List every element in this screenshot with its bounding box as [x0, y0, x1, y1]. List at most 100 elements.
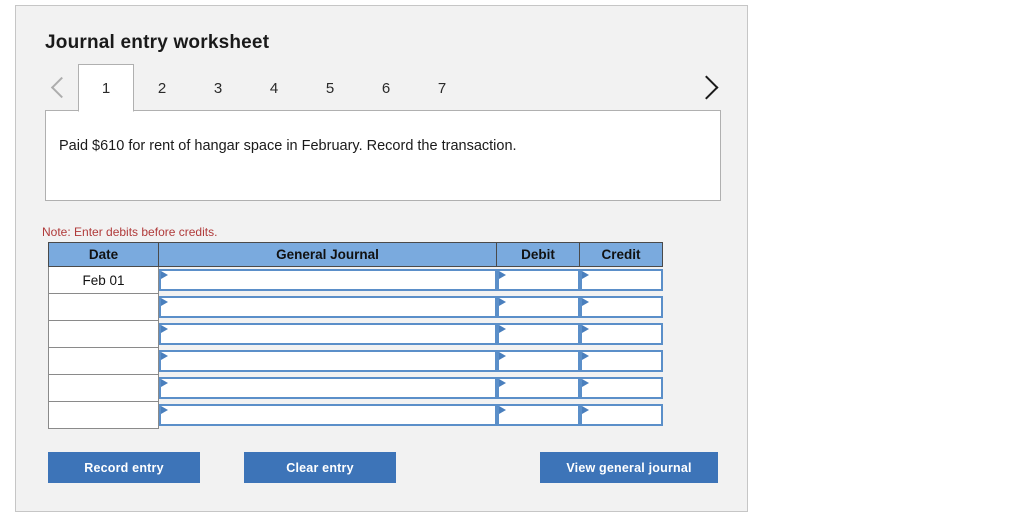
- tab-label: 4: [269, 79, 279, 97]
- dropdown-marker-icon: [498, 297, 506, 306]
- column-header-date: Date: [48, 242, 159, 267]
- credit-cell[interactable]: [579, 374, 663, 402]
- dropdown-marker-icon: [498, 405, 506, 414]
- credit-cell[interactable]: [579, 401, 663, 429]
- tab-label: 7: [437, 79, 447, 97]
- table-row: [48, 347, 663, 375]
- debit-cell[interactable]: [496, 347, 580, 375]
- dropdown-marker-icon: [498, 270, 506, 279]
- date-cell[interactable]: Feb 01: [48, 266, 159, 294]
- debit-cell[interactable]: [496, 266, 580, 294]
- journal-entry-panel: Journal entry worksheet 1 2 3 4 5 6 7 Pa…: [15, 5, 748, 512]
- dropdown-marker-icon: [161, 405, 168, 414]
- tab-1[interactable]: 1: [78, 64, 134, 112]
- tab-7[interactable]: 7: [414, 64, 470, 111]
- debit-input-field[interactable]: [496, 403, 580, 426]
- account-select-field[interactable]: [159, 295, 497, 318]
- tab-4[interactable]: 4: [246, 64, 302, 111]
- date-cell[interactable]: [48, 374, 159, 402]
- credit-input-field[interactable]: [579, 322, 663, 345]
- dropdown-marker-icon: [581, 351, 589, 360]
- worksheet-pager: 1 2 3 4 5 6 7: [44, 64, 724, 112]
- credit-input-field[interactable]: [579, 349, 663, 372]
- debit-cell[interactable]: [496, 293, 580, 321]
- credit-input-field[interactable]: [579, 295, 663, 318]
- column-header-debit: Debit: [496, 242, 580, 267]
- table-header-row: Date General Journal Debit Credit: [48, 242, 663, 267]
- general-journal-cell[interactable]: [158, 266, 497, 294]
- page-title: Journal entry worksheet: [45, 32, 270, 53]
- dropdown-marker-icon: [581, 297, 589, 306]
- account-select-field[interactable]: [159, 268, 497, 291]
- dropdown-marker-icon: [161, 378, 168, 387]
- tab-label: 6: [381, 79, 391, 97]
- general-journal-cell[interactable]: [158, 293, 497, 321]
- credit-cell[interactable]: [579, 293, 663, 321]
- dropdown-marker-icon: [161, 324, 168, 333]
- tab-label: 1: [101, 79, 111, 97]
- tab-3[interactable]: 3: [190, 64, 246, 111]
- date-cell[interactable]: [48, 347, 159, 375]
- credit-input-field[interactable]: [579, 268, 663, 291]
- credit-cell[interactable]: [579, 320, 663, 348]
- account-select-field[interactable]: [159, 349, 497, 372]
- transaction-description-box: Paid $610 for rent of hangar space in Fe…: [45, 110, 721, 201]
- record-entry-button[interactable]: Record entry: [48, 452, 200, 483]
- dropdown-marker-icon: [498, 378, 506, 387]
- general-journal-cell[interactable]: [158, 347, 497, 375]
- column-header-credit: Credit: [579, 242, 663, 267]
- debit-input-field[interactable]: [496, 376, 580, 399]
- credit-input-field[interactable]: [579, 403, 663, 426]
- credit-input-field[interactable]: [579, 376, 663, 399]
- table-row: [48, 374, 663, 402]
- date-cell[interactable]: [48, 320, 159, 348]
- tab-label: 5: [325, 79, 335, 97]
- debit-cell[interactable]: [496, 401, 580, 429]
- debit-input-field[interactable]: [496, 322, 580, 345]
- dropdown-marker-icon: [161, 270, 168, 279]
- transaction-description: Paid $610 for rent of hangar space in Fe…: [59, 138, 517, 154]
- chevron-right-icon: [693, 75, 719, 100]
- dropdown-marker-icon: [581, 324, 589, 333]
- debit-cell[interactable]: [496, 374, 580, 402]
- table-row: [48, 401, 663, 429]
- general-journal-cell[interactable]: [158, 374, 497, 402]
- chevron-left-icon: [50, 76, 72, 99]
- tab-label: 2: [157, 79, 167, 97]
- dropdown-marker-icon: [498, 324, 506, 333]
- dropdown-marker-icon: [581, 270, 589, 279]
- next-page-button[interactable]: [689, 64, 723, 111]
- general-journal-cell[interactable]: [158, 401, 497, 429]
- account-select-field[interactable]: [159, 403, 497, 426]
- table-row: Feb 01: [48, 266, 663, 294]
- table-row: [48, 293, 663, 321]
- credit-cell[interactable]: [579, 347, 663, 375]
- account-select-field[interactable]: [159, 376, 497, 399]
- worksheet-tabs: 1 2 3 4 5 6 7: [78, 64, 470, 112]
- clear-entry-button[interactable]: Clear entry: [244, 452, 396, 483]
- table-row: [48, 320, 663, 348]
- account-select-field[interactable]: [159, 322, 497, 345]
- general-journal-cell[interactable]: [158, 320, 497, 348]
- column-header-general-journal: General Journal: [158, 242, 497, 267]
- dropdown-marker-icon: [581, 405, 589, 414]
- tab-6[interactable]: 6: [358, 64, 414, 111]
- tab-5[interactable]: 5: [302, 64, 358, 111]
- tab-2[interactable]: 2: [134, 64, 190, 111]
- debit-input-field[interactable]: [496, 349, 580, 372]
- tab-label: 3: [213, 79, 223, 97]
- prev-page-button[interactable]: [44, 64, 78, 111]
- debit-input-field[interactable]: [496, 268, 580, 291]
- dropdown-marker-icon: [161, 351, 168, 360]
- debit-cell[interactable]: [496, 320, 580, 348]
- debits-before-credits-note: Note: Enter debits before credits.: [42, 225, 218, 239]
- dropdown-marker-icon: [161, 297, 168, 306]
- dropdown-marker-icon: [498, 351, 506, 360]
- date-cell[interactable]: [48, 401, 159, 429]
- credit-cell[interactable]: [579, 266, 663, 294]
- date-cell[interactable]: [48, 293, 159, 321]
- journal-entry-table: Date General Journal Debit Credit Feb 01: [48, 242, 663, 429]
- dropdown-marker-icon: [581, 378, 589, 387]
- debit-input-field[interactable]: [496, 295, 580, 318]
- view-general-journal-button[interactable]: View general journal: [540, 452, 718, 483]
